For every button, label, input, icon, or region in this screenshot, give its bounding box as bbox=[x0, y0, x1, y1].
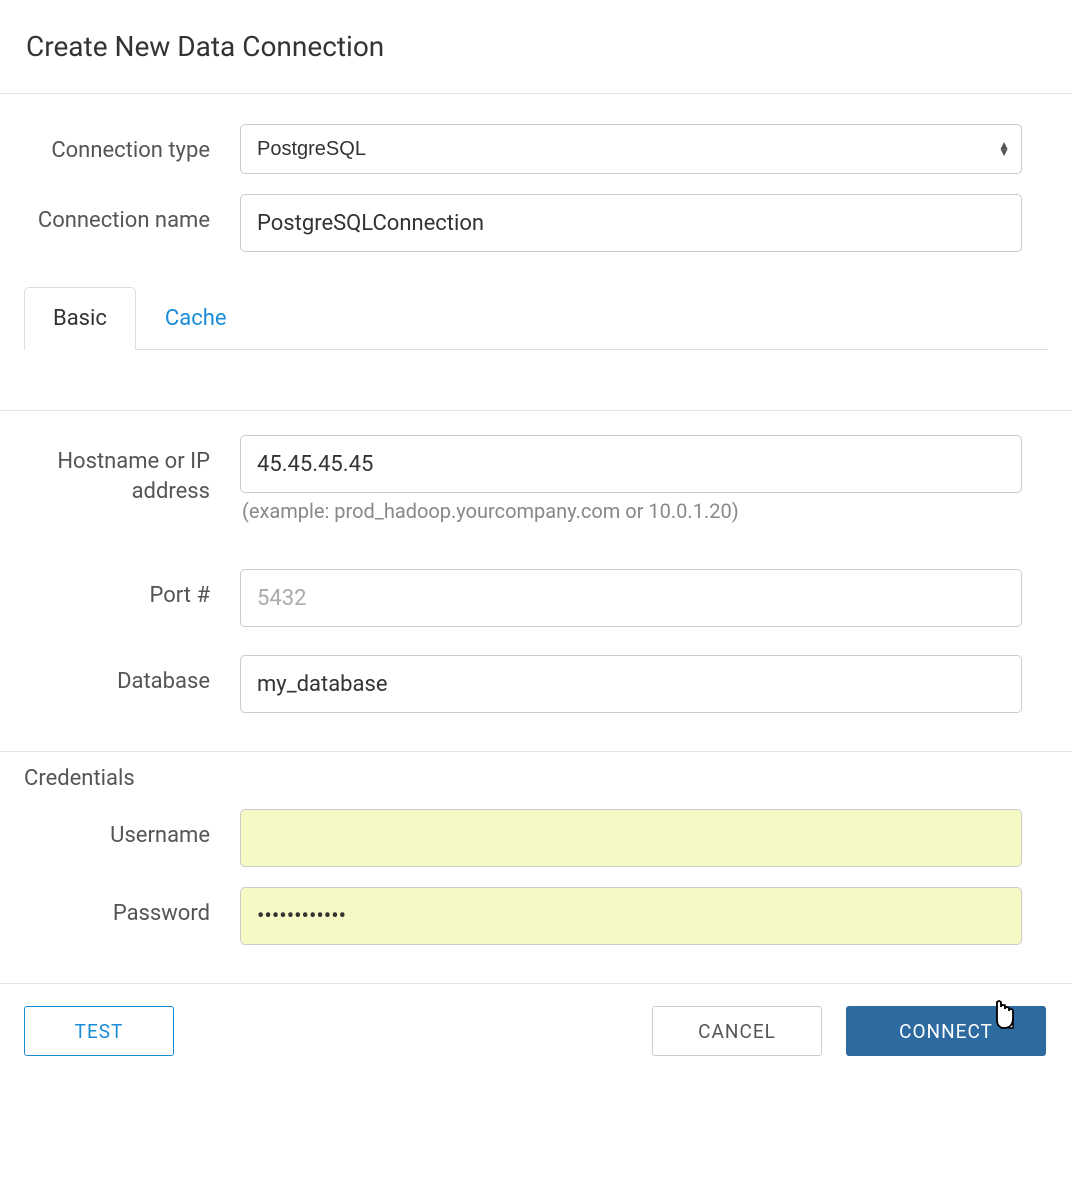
hostname-input[interactable] bbox=[240, 435, 1022, 493]
test-button[interactable]: TEST bbox=[24, 1006, 174, 1056]
tab-basic[interactable]: Basic bbox=[24, 287, 136, 350]
database-label: Database bbox=[0, 655, 240, 697]
credentials-section-label: Credentials bbox=[0, 752, 1072, 799]
username-input[interactable] bbox=[240, 809, 1022, 867]
connection-type-select[interactable]: PostgreSQL bbox=[240, 124, 1022, 174]
connect-button[interactable]: CONNECT bbox=[846, 1006, 1046, 1056]
database-input[interactable] bbox=[240, 655, 1022, 713]
hostname-label: Hostname or IP address bbox=[0, 435, 240, 506]
password-input[interactable] bbox=[240, 887, 1022, 945]
dialog-title: Create New Data Connection bbox=[26, 30, 1046, 63]
port-label: Port # bbox=[0, 569, 240, 611]
username-label: Username bbox=[0, 809, 240, 851]
connection-name-label: Connection name bbox=[0, 194, 240, 236]
connection-type-label: Connection type bbox=[0, 124, 240, 166]
tab-cache[interactable]: Cache bbox=[136, 287, 256, 350]
tabs: Basic Cache bbox=[24, 286, 1048, 350]
port-input[interactable] bbox=[240, 569, 1022, 627]
hostname-help-text: (example: prod_hadoop.yourcompany.com or… bbox=[240, 499, 1022, 523]
cancel-button[interactable]: CANCEL bbox=[652, 1006, 822, 1056]
connection-name-input[interactable] bbox=[240, 194, 1022, 252]
password-label: Password bbox=[0, 887, 240, 929]
